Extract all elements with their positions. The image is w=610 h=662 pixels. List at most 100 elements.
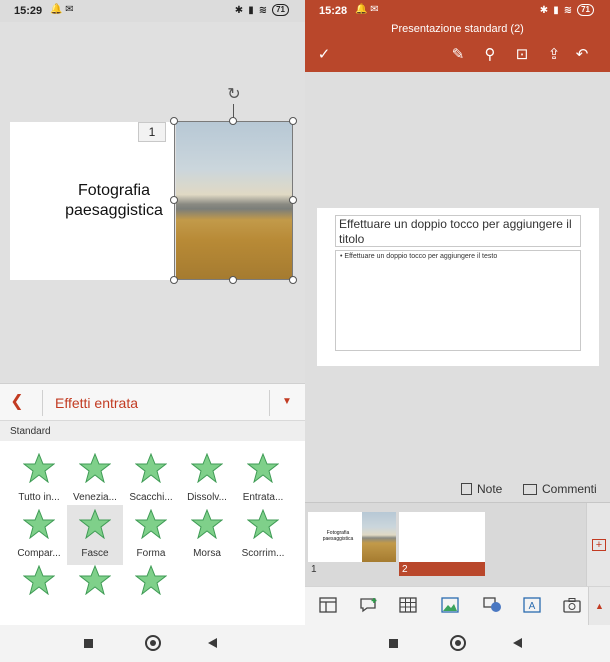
star-effect-icon xyxy=(191,509,223,539)
notification-icons: 🔔 ✉ xyxy=(50,4,74,15)
effect-item[interactable] xyxy=(67,561,123,621)
title-placeholder[interactable]: Effettuare un doppio tocco per aggiunger… xyxy=(335,215,581,247)
body-placeholder[interactable]: • Effettuare un doppio tocco per aggiung… xyxy=(335,250,581,351)
home-icon[interactable] xyxy=(450,635,466,651)
divider xyxy=(269,390,270,416)
svg-text:A: A xyxy=(529,601,536,612)
selected-indicator xyxy=(399,562,485,576)
resize-handle[interactable] xyxy=(170,196,178,204)
resize-handle[interactable] xyxy=(229,276,237,284)
undo-icon[interactable]: ↶ xyxy=(571,44,593,66)
effects-title: Effetti entrata xyxy=(55,395,139,411)
resize-handle[interactable] xyxy=(229,117,237,125)
notes-label: Note xyxy=(477,482,503,496)
battery-icon: 71 xyxy=(577,4,594,16)
star-effect-icon xyxy=(23,453,55,483)
effect-item[interactable]: Entrata... xyxy=(235,449,291,509)
effect-item[interactable]: Forma xyxy=(123,505,179,565)
check-icon[interactable]: ✓ xyxy=(313,44,335,66)
star-effect-icon xyxy=(247,509,279,539)
effect-item[interactable]: Morsa xyxy=(179,505,235,565)
effect-label: Dissolv... xyxy=(187,492,227,503)
bluetooth-icon: ✱ xyxy=(539,4,549,16)
slide-thumbnails: Fotografia paesaggistica 1 2 + xyxy=(305,502,610,587)
table-icon[interactable] xyxy=(399,597,419,615)
star-effect-icon xyxy=(79,509,111,539)
resize-handle[interactable] xyxy=(289,276,297,284)
battery-icon: 71 xyxy=(272,4,289,16)
notes-icon xyxy=(461,483,472,495)
system-icons: ✱ ▮ ≋ 71 xyxy=(235,4,289,16)
resize-handle[interactable] xyxy=(289,117,297,125)
star-effect-icon xyxy=(79,453,111,483)
system-icons: ✱ ▮ ≋ 71 xyxy=(540,4,594,16)
effect-item[interactable]: Scacchi... xyxy=(123,449,179,509)
effect-item[interactable]: Tutto in... xyxy=(11,449,67,509)
present-icon[interactable]: ⊡ xyxy=(511,44,533,66)
share-icon[interactable]: ⇪ xyxy=(543,44,565,66)
effect-item[interactable]: Compar... xyxy=(11,505,67,565)
dropdown-arrow-icon[interactable]: ▼ xyxy=(280,394,294,410)
status-bar: 15:28 🔔 ✉ ✱ ▮ ≋ 71 xyxy=(305,0,610,22)
nav-bar xyxy=(0,625,305,662)
effect-item[interactable] xyxy=(11,561,67,621)
recents-icon[interactable] xyxy=(389,639,398,648)
effect-label: Morsa xyxy=(193,548,221,559)
add-slide-icon[interactable]: + xyxy=(592,539,606,551)
star-effect-icon xyxy=(247,453,279,483)
notes-button[interactable]: Note xyxy=(461,482,502,496)
divider xyxy=(42,390,43,416)
back-chevron-icon[interactable]: ❮ xyxy=(8,392,26,412)
thumbnail-photo xyxy=(362,512,396,562)
effect-label: Scorrim... xyxy=(241,548,285,559)
document-title: Presentazione standard (2) xyxy=(391,23,524,35)
rotate-handle-icon[interactable]: ↻ xyxy=(225,86,243,104)
effects-grid: Tutto in... Venezia... Scacchi... Dissolv..… xyxy=(0,441,305,625)
textbox-icon[interactable]: A xyxy=(523,597,543,615)
back-icon[interactable] xyxy=(513,638,522,648)
new-comment-icon[interactable] xyxy=(359,597,379,615)
star-effect-icon xyxy=(135,565,167,595)
left-phone: 15:29 🔔 ✉ ✱ ▮ ≋ 71 1 Fotografia paesaggi… xyxy=(0,0,305,662)
shapes-icon[interactable] xyxy=(483,597,503,615)
effect-item[interactable]: Fasce xyxy=(67,505,123,565)
layout-icon[interactable] xyxy=(319,597,339,615)
resize-handle[interactable] xyxy=(170,276,178,284)
star-effect-icon xyxy=(23,565,55,595)
home-icon[interactable] xyxy=(145,635,161,651)
status-bar: 15:29 🔔 ✉ ✱ ▮ ≋ 71 xyxy=(0,0,305,22)
recents-icon[interactable] xyxy=(84,639,93,648)
search-icon[interactable]: ⚲ xyxy=(479,44,501,66)
back-icon[interactable] xyxy=(208,638,217,648)
slide-title[interactable]: Fotografia paesaggistica xyxy=(44,181,184,221)
nav-bar xyxy=(305,625,610,662)
app-bar: Presentazione standard (2) ✓ ✎ ⚲ ⊡ ⇪ ↶ xyxy=(305,22,610,72)
slide-thumbnail[interactable]: Fotografia paesaggistica xyxy=(308,512,396,562)
effect-item[interactable]: Venezia... xyxy=(67,449,123,509)
effect-item[interactable]: Scorrim... xyxy=(235,505,291,565)
effect-item[interactable]: Dissolv... xyxy=(179,449,235,509)
notification-icons: 🔔 ✉ xyxy=(355,4,379,15)
resize-handle[interactable] xyxy=(170,117,178,125)
wifi-icon: ≋ xyxy=(563,4,573,16)
status-time: 15:28 xyxy=(319,5,348,17)
thumbnail-title: Fotografia paesaggistica xyxy=(322,530,354,542)
wifi-icon: ≋ xyxy=(258,4,268,16)
effect-label: Forma xyxy=(136,548,166,559)
effect-label: Compar... xyxy=(17,548,61,559)
effect-label: Scacchi... xyxy=(129,492,173,503)
expand-up-icon[interactable]: ▲ xyxy=(588,587,610,626)
thumbnail-number: 2 xyxy=(402,564,408,575)
effect-item[interactable] xyxy=(123,561,179,621)
pen-icon[interactable]: ✎ xyxy=(447,44,469,66)
star-effect-icon xyxy=(23,509,55,539)
resize-handle[interactable] xyxy=(289,196,297,204)
slide-thumbnail[interactable] xyxy=(399,512,485,562)
star-effect-icon xyxy=(135,453,167,483)
picture-icon[interactable] xyxy=(441,597,461,615)
comments-button[interactable]: Commenti xyxy=(523,482,597,496)
camera-icon[interactable] xyxy=(563,597,583,615)
comment-icon xyxy=(523,483,537,495)
effect-label: Tutto in... xyxy=(18,492,60,503)
effects-header: ❮ Effetti entrata ▼ xyxy=(0,383,305,421)
